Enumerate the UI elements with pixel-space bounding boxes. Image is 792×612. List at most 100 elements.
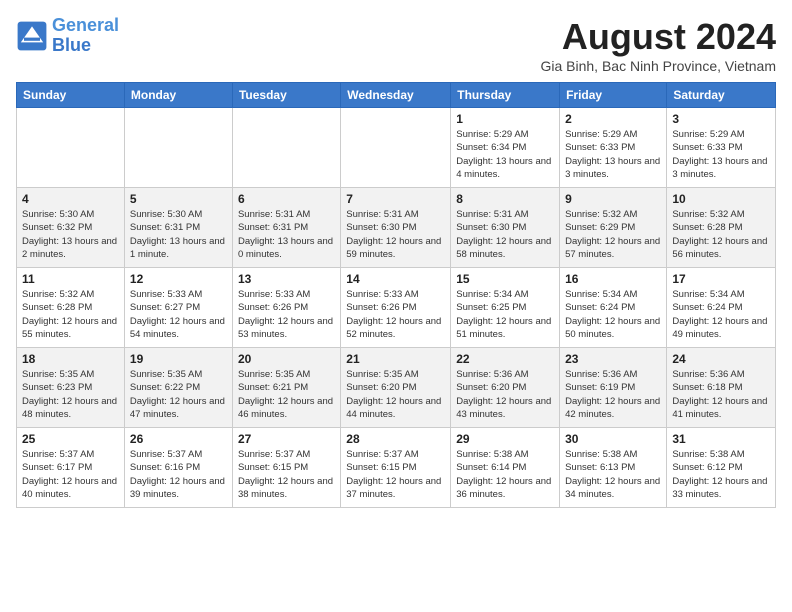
- calendar-day: 23Sunrise: 5:36 AMSunset: 6:19 PMDayligh…: [560, 348, 667, 428]
- calendar-week-2: 4 Sunrise: 5:30 AMSunset: 6:32 PMDaylight…: [17, 188, 776, 268]
- day-info: Sunrise: 5:31 AMSunset: 6:31 PMDaylight:…: [238, 208, 335, 261]
- calendar-day: 22 Sunrise: 5:36 AMSunset: 6:20 PMDayligh…: [451, 348, 560, 428]
- day-info: Sunrise: 5:34 AMSunset: 6:24 PMDaylight:…: [565, 288, 661, 341]
- day-info: Sunrise: 5:32 AMSunset: 6:29 PMDaylight:…: [565, 208, 661, 261]
- day-number: 1: [456, 112, 554, 126]
- day-number: 10: [672, 192, 770, 206]
- calendar-day: 1 Sunrise: 5:29 AMSunset: 6:34 PMDaylight…: [451, 108, 560, 188]
- day-info: Sunrise: 5:34 AMSunset: 6:24 PMDaylight:…: [672, 288, 770, 341]
- day-info: Sunrise: 5:31 AMSunset: 6:30 PMDaylight:…: [456, 208, 554, 261]
- calendar-day: 5Sunrise: 5:30 AMSunset: 6:31 PMDaylight…: [124, 188, 232, 268]
- calendar-day: 29 Sunrise: 5:38 AMSunset: 6:14 PMDayligh…: [451, 428, 560, 508]
- col-header-friday: Friday: [560, 83, 667, 108]
- day-info: Sunrise: 5:34 AMSunset: 6:25 PMDaylight:…: [456, 288, 554, 341]
- day-info: Sunrise: 5:30 AMSunset: 6:32 PMDaylight:…: [22, 208, 119, 261]
- logo-line2: Blue: [52, 35, 91, 55]
- day-number: 23: [565, 352, 661, 366]
- calendar-day: 28 Sunrise: 5:37 AMSunset: 6:15 PMDayligh…: [341, 428, 451, 508]
- day-info: Sunrise: 5:38 AMSunset: 6:13 PMDaylight:…: [565, 448, 661, 501]
- day-number: 18: [22, 352, 119, 366]
- col-header-thursday: Thursday: [451, 83, 560, 108]
- day-number: 12: [130, 272, 227, 286]
- day-number: 26: [130, 432, 227, 446]
- logo-icon: [16, 20, 48, 52]
- calendar-day: 30Sunrise: 5:38 AMSunset: 6:13 PMDayligh…: [560, 428, 667, 508]
- col-header-sunday: Sunday: [17, 83, 125, 108]
- day-info: Sunrise: 5:37 AMSunset: 6:16 PMDaylight:…: [130, 448, 227, 501]
- calendar-day: 19 Sunrise: 5:35 AMSunset: 6:22 PMDayligh…: [124, 348, 232, 428]
- day-number: 6: [238, 192, 335, 206]
- day-info: Sunrise: 5:36 AMSunset: 6:18 PMDaylight:…: [672, 368, 770, 421]
- day-info: Sunrise: 5:29 AMSunset: 6:34 PMDaylight:…: [456, 128, 554, 181]
- calendar-day: 21 Sunrise: 5:35 AMSunset: 6:20 PMDayligh…: [341, 348, 451, 428]
- day-info: Sunrise: 5:33 AMSunset: 6:26 PMDaylight:…: [238, 288, 335, 341]
- calendar-table: SundayMondayTuesdayWednesdayThursdayFrid…: [16, 82, 776, 508]
- col-header-wednesday: Wednesday: [341, 83, 451, 108]
- day-number: 8: [456, 192, 554, 206]
- day-info: Sunrise: 5:35 AMSunset: 6:20 PMDaylight:…: [346, 368, 445, 421]
- calendar-day: 12 Sunrise: 5:33 AMSunset: 6:27 PMDayligh…: [124, 268, 232, 348]
- day-info: Sunrise: 5:33 AMSunset: 6:27 PMDaylight:…: [130, 288, 227, 341]
- day-info: Sunrise: 5:32 AMSunset: 6:28 PMDaylight:…: [672, 208, 770, 261]
- col-header-tuesday: Tuesday: [232, 83, 340, 108]
- day-number: 15: [456, 272, 554, 286]
- calendar-day: 25Sunrise: 5:37 AMSunset: 6:17 PMDayligh…: [17, 428, 125, 508]
- calendar-day: 15 Sunrise: 5:34 AMSunset: 6:25 PMDayligh…: [451, 268, 560, 348]
- day-number: 28: [346, 432, 445, 446]
- logo: General Blue: [16, 16, 119, 56]
- calendar-day: 16 Sunrise: 5:34 AMSunset: 6:24 PMDayligh…: [560, 268, 667, 348]
- calendar-week-3: 11Sunrise: 5:32 AMSunset: 6:28 PMDayligh…: [17, 268, 776, 348]
- day-number: 22: [456, 352, 554, 366]
- day-number: 29: [456, 432, 554, 446]
- calendar-day: [341, 108, 451, 188]
- day-info: Sunrise: 5:35 AMSunset: 6:22 PMDaylight:…: [130, 368, 227, 421]
- day-info: Sunrise: 5:38 AMSunset: 6:14 PMDaylight:…: [456, 448, 554, 501]
- day-number: 19: [130, 352, 227, 366]
- calendar-day: 27Sunrise: 5:37 AMSunset: 6:15 PMDayligh…: [232, 428, 340, 508]
- day-info: Sunrise: 5:37 AMSunset: 6:15 PMDaylight:…: [346, 448, 445, 501]
- day-info: Sunrise: 5:29 AMSunset: 6:33 PMDaylight:…: [565, 128, 661, 181]
- calendar-day: [124, 108, 232, 188]
- title-block: August 2024 Gia Binh, Bac Ninh Province,…: [540, 16, 776, 74]
- calendar-day: [232, 108, 340, 188]
- calendar-day: 9Sunrise: 5:32 AMSunset: 6:29 PMDaylight…: [560, 188, 667, 268]
- calendar-day: 31Sunrise: 5:38 AMSunset: 6:12 PMDayligh…: [667, 428, 776, 508]
- calendar-day: 14 Sunrise: 5:33 AMSunset: 6:26 PMDayligh…: [341, 268, 451, 348]
- calendar-day: 10 Sunrise: 5:32 AMSunset: 6:28 PMDayligh…: [667, 188, 776, 268]
- calendar-day: 3 Sunrise: 5:29 AMSunset: 6:33 PMDaylight…: [667, 108, 776, 188]
- day-number: 24: [672, 352, 770, 366]
- calendar-day: 4 Sunrise: 5:30 AMSunset: 6:32 PMDaylight…: [17, 188, 125, 268]
- day-number: 16: [565, 272, 661, 286]
- calendar-day: 11Sunrise: 5:32 AMSunset: 6:28 PMDayligh…: [17, 268, 125, 348]
- calendar-day: [17, 108, 125, 188]
- day-info: Sunrise: 5:36 AMSunset: 6:20 PMDaylight:…: [456, 368, 554, 421]
- day-info: Sunrise: 5:38 AMSunset: 6:12 PMDaylight:…: [672, 448, 770, 501]
- day-info: Sunrise: 5:30 AMSunset: 6:31 PMDaylight:…: [130, 208, 227, 261]
- calendar-day: 2Sunrise: 5:29 AMSunset: 6:33 PMDaylight…: [560, 108, 667, 188]
- calendar-day: 18Sunrise: 5:35 AMSunset: 6:23 PMDayligh…: [17, 348, 125, 428]
- day-number: 25: [22, 432, 119, 446]
- col-header-monday: Monday: [124, 83, 232, 108]
- day-number: 17: [672, 272, 770, 286]
- calendar-day: 20Sunrise: 5:35 AMSunset: 6:21 PMDayligh…: [232, 348, 340, 428]
- calendar-day: 6 Sunrise: 5:31 AMSunset: 6:31 PMDaylight…: [232, 188, 340, 268]
- day-info: Sunrise: 5:33 AMSunset: 6:26 PMDaylight:…: [346, 288, 445, 341]
- day-info: Sunrise: 5:29 AMSunset: 6:33 PMDaylight:…: [672, 128, 770, 181]
- calendar-day: 8 Sunrise: 5:31 AMSunset: 6:30 PMDaylight…: [451, 188, 560, 268]
- day-number: 7: [346, 192, 445, 206]
- calendar-day: 24 Sunrise: 5:36 AMSunset: 6:18 PMDayligh…: [667, 348, 776, 428]
- calendar-day: 7Sunrise: 5:31 AMSunset: 6:30 PMDaylight…: [341, 188, 451, 268]
- calendar-week-4: 18Sunrise: 5:35 AMSunset: 6:23 PMDayligh…: [17, 348, 776, 428]
- calendar-week-5: 25Sunrise: 5:37 AMSunset: 6:17 PMDayligh…: [17, 428, 776, 508]
- day-info: Sunrise: 5:37 AMSunset: 6:15 PMDaylight:…: [238, 448, 335, 501]
- day-number: 14: [346, 272, 445, 286]
- day-number: 13: [238, 272, 335, 286]
- logo-text: General Blue: [52, 16, 119, 56]
- day-info: Sunrise: 5:32 AMSunset: 6:28 PMDaylight:…: [22, 288, 119, 341]
- day-number: 3: [672, 112, 770, 126]
- calendar-day: 13 Sunrise: 5:33 AMSunset: 6:26 PMDayligh…: [232, 268, 340, 348]
- logo-line1: General: [52, 15, 119, 35]
- day-number: 21: [346, 352, 445, 366]
- calendar-week-1: 1 Sunrise: 5:29 AMSunset: 6:34 PMDaylight…: [17, 108, 776, 188]
- day-number: 4: [22, 192, 119, 206]
